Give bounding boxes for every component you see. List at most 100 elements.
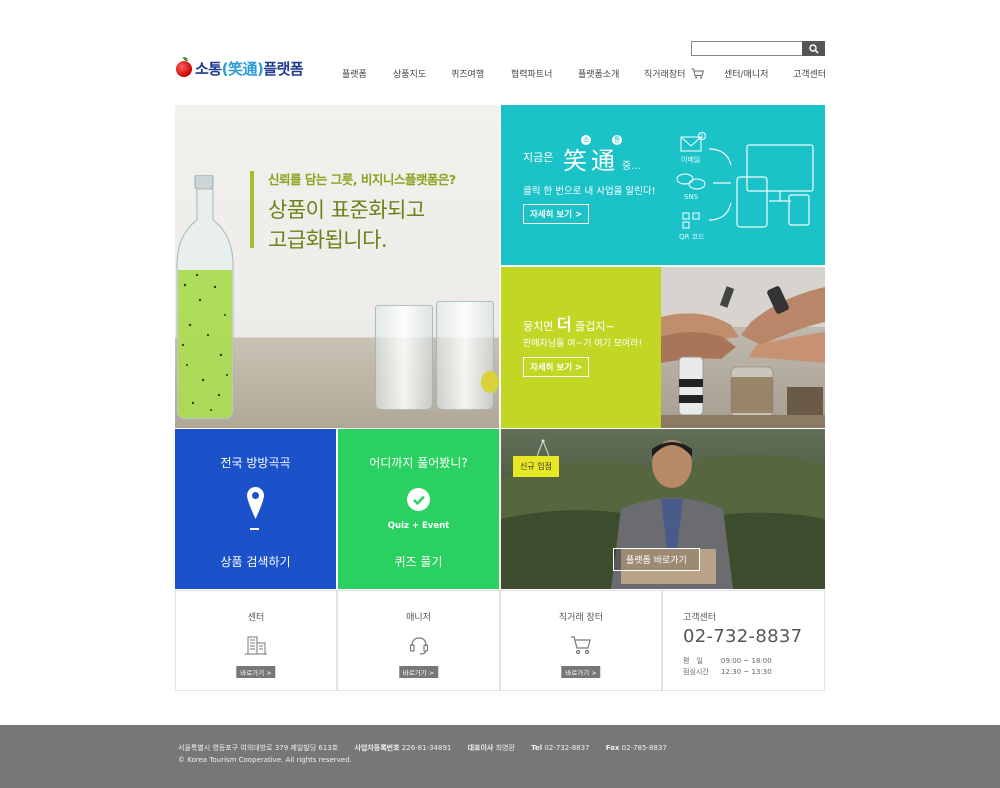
manager-cell-title: 매니저 xyxy=(406,613,431,623)
promo-panel-teal[interactable]: 이메일 SNS QR 코드 1 지금은 笑通 소 통 중… 클릭 한 번으로 내… xyxy=(501,105,825,265)
map-pin-icon xyxy=(247,487,264,519)
email-label: 이메일 xyxy=(681,156,701,164)
center-cell-title: 센터 xyxy=(247,613,265,623)
footer-fax-value: 02-785-8837 xyxy=(621,744,667,752)
check-icon xyxy=(407,488,430,511)
nav-direct-market[interactable]: 직거래장터 xyxy=(644,67,705,80)
blue-box-title: 전국 방방곡곡 xyxy=(220,456,291,470)
footer-address: 서울특별시 영등포구 여의대방로 379 제일빌딩 613호 xyxy=(178,744,339,752)
hero-subtitle: 신뢰를 담는 그릇, 비지니스플랫폼은? xyxy=(268,169,456,188)
quiz-event-label: Quiz + Event xyxy=(387,521,450,531)
bottle-image xyxy=(176,175,234,420)
site-logo[interactable]: 소통(笑通)플랫폼 xyxy=(176,56,304,79)
footer-biz-value: 226-81-34891 xyxy=(401,744,452,752)
main-nav: 플랫폼 상품지도 퀴즈여행 협력파트너 플랫폼소개 직거래장터 센터/매니저 고… xyxy=(330,67,830,81)
green-box-title: 어디까지 풀어봤니? xyxy=(369,456,468,470)
logo-text: 소통(笑通)플랫폼 xyxy=(195,58,304,79)
market-go-button[interactable]: 바로가기 > xyxy=(561,666,601,678)
hero-subtitle-bold: 비지니스플랫폼은? xyxy=(360,172,456,187)
email-badge: 1 xyxy=(698,132,706,140)
teal-dot-2: 통 xyxy=(612,135,622,145)
nav-customer-center[interactable]: 고객센터 xyxy=(793,67,826,80)
promo-panel-lime[interactable]: 뭉치면 더 즐겁지~ 판매자님들 여~기 여기 모여라! 자세히 보기 > xyxy=(501,267,661,428)
center-go-button[interactable]: 바로가기 > xyxy=(236,666,276,678)
lime-title-suffix: 즐겁지~ xyxy=(571,320,615,333)
footer-ceo-value: 최영환 xyxy=(495,744,515,752)
hero-banner[interactable]: 신뢰를 담는 그릇, 비지니스플랫폼은? 상품이 표준화되고 고급화됩니다. xyxy=(175,105,499,428)
cs-hours-weekday-key: 평 일 xyxy=(683,657,703,665)
headset-icon xyxy=(409,637,428,655)
manager-cell[interactable]: 매니저 바로가기 > xyxy=(337,590,500,691)
market-cell[interactable]: 직거래 장터 바로가기 > xyxy=(500,590,662,691)
footer-ceo-label: 대표이사 xyxy=(467,744,494,752)
building-icon xyxy=(245,636,267,655)
teal-lead-text: 지금은 xyxy=(523,151,554,164)
platform-go-button[interactable]: 플랫폼 바로가기 xyxy=(613,548,700,571)
cs-hours-lunch-value: 12:30 ~ 13:30 xyxy=(721,668,772,676)
cart-icon xyxy=(571,636,591,655)
lime-slice-image xyxy=(481,371,499,393)
pin-underline xyxy=(250,528,259,530)
search-box xyxy=(691,41,825,56)
glass-image-2 xyxy=(436,301,494,410)
nav-direct-market-label: 직거래장터 xyxy=(644,70,686,80)
lime-detail-button[interactable]: 자세히 보기 > xyxy=(523,357,590,377)
lime-description: 판매자님들 여~기 여기 모여라! xyxy=(523,339,643,349)
logo-hanja: (笑通) xyxy=(221,60,264,78)
hero-accent-bar xyxy=(250,171,254,248)
cs-hours-lunch: 점심시간 12:30 ~ 13:30 xyxy=(683,667,772,677)
lime-title-prefix: 뭉치면 xyxy=(523,320,557,333)
teal-hanja-text: 笑通 xyxy=(563,147,619,175)
teal-dot-1: 소 xyxy=(581,135,591,145)
fist-bump-illustration xyxy=(661,267,825,428)
footer-info: 서울특별시 영등포구 여의대방로 379 제일빌딩 613호 사업자등록번호 2… xyxy=(178,743,667,753)
tag-string xyxy=(537,439,549,456)
center-cell[interactable]: 센터 바로가기 > xyxy=(175,590,337,691)
footer-fax-label: Fax xyxy=(605,744,620,752)
footer-tel-label: Tel xyxy=(531,744,543,752)
lime-title: 뭉치면 더 즐겁지~ xyxy=(523,311,615,335)
green-box-bottom: 퀴즈 풀기 xyxy=(394,555,443,569)
teal-detail-button[interactable]: 자세히 보기 > xyxy=(523,204,590,224)
search-icon xyxy=(808,43,819,54)
footer-copyright: © Korea Tourism Cooperative. All rights … xyxy=(178,756,352,764)
teal-description: 클릭 한 번으로 내 사업을 알린다! xyxy=(523,186,656,197)
search-button[interactable] xyxy=(802,41,825,56)
cs-phone[interactable]: 02-732-8837 xyxy=(683,626,802,647)
manager-go-button[interactable]: 바로가기 > xyxy=(398,666,439,678)
cart-icon xyxy=(691,68,705,79)
hero-title-line2: 고급화됩니다. xyxy=(268,228,388,252)
nav-center-manager[interactable]: 센터/매니저 xyxy=(724,67,768,80)
search-input[interactable] xyxy=(692,42,802,55)
sns-label: SNS xyxy=(684,193,699,201)
market-cell-title: 직거래 장터 xyxy=(558,613,604,623)
qr-label: QR 코드 xyxy=(679,233,705,241)
logo-main: 소통 xyxy=(195,60,222,78)
customer-service-cell: 고객센터 02-732-8837 평 일 09:00 ~ 18:00 점심시간 12… xyxy=(662,590,825,691)
apple-logo-icon xyxy=(176,56,192,77)
new-store-photo-panel[interactable]: 신규 입점 플랫폼 바로가기 xyxy=(501,429,825,589)
nav-quiz-travel[interactable]: 퀴즈여행 xyxy=(451,67,484,80)
fist-bump-photo xyxy=(661,267,825,428)
footer: 서울특별시 영등포구 여의대방로 379 제일빌딩 613호 사업자등록번호 2… xyxy=(0,725,1000,788)
teal-trail-text: 중… xyxy=(622,161,642,172)
cs-hours-weekday: 평 일 09:00 ~ 18:00 xyxy=(683,656,772,666)
lime-title-big: 더 xyxy=(556,315,572,334)
cs-hours-lunch-key: 점심시간 xyxy=(683,668,709,676)
product-search-box[interactable]: 전국 방방곡곡 상품 검색하기 xyxy=(175,429,336,589)
nav-partners[interactable]: 협력파트너 xyxy=(511,67,552,80)
glass-image-1 xyxy=(375,305,433,410)
hero-title: 상품이 표준화되고 고급화됩니다. xyxy=(268,195,488,255)
hero-title-line1: 상품이 표준화되고 xyxy=(268,198,425,222)
nav-platform-intro[interactable]: 플랫폼소개 xyxy=(578,67,619,80)
hero-subtitle-prefix: 신뢰를 담는 그릇, xyxy=(268,172,361,187)
new-store-tag: 신규 입점 xyxy=(513,456,559,477)
cs-label: 고객센터 xyxy=(683,613,717,623)
footer-biz-label: 사업자등록번호 xyxy=(354,744,400,752)
quiz-box[interactable]: 어디까지 풀어봤니? Quiz + Event 퀴즈 풀기 xyxy=(338,429,499,589)
footer-tel-value: 02-732-8837 xyxy=(544,744,590,752)
logo-suffix: 플랫폼 xyxy=(263,60,304,78)
cs-hours-weekday-value: 09:00 ~ 18:00 xyxy=(721,657,772,665)
nav-platform[interactable]: 플랫폼 xyxy=(342,67,367,80)
nav-product-map[interactable]: 상품지도 xyxy=(393,67,426,80)
